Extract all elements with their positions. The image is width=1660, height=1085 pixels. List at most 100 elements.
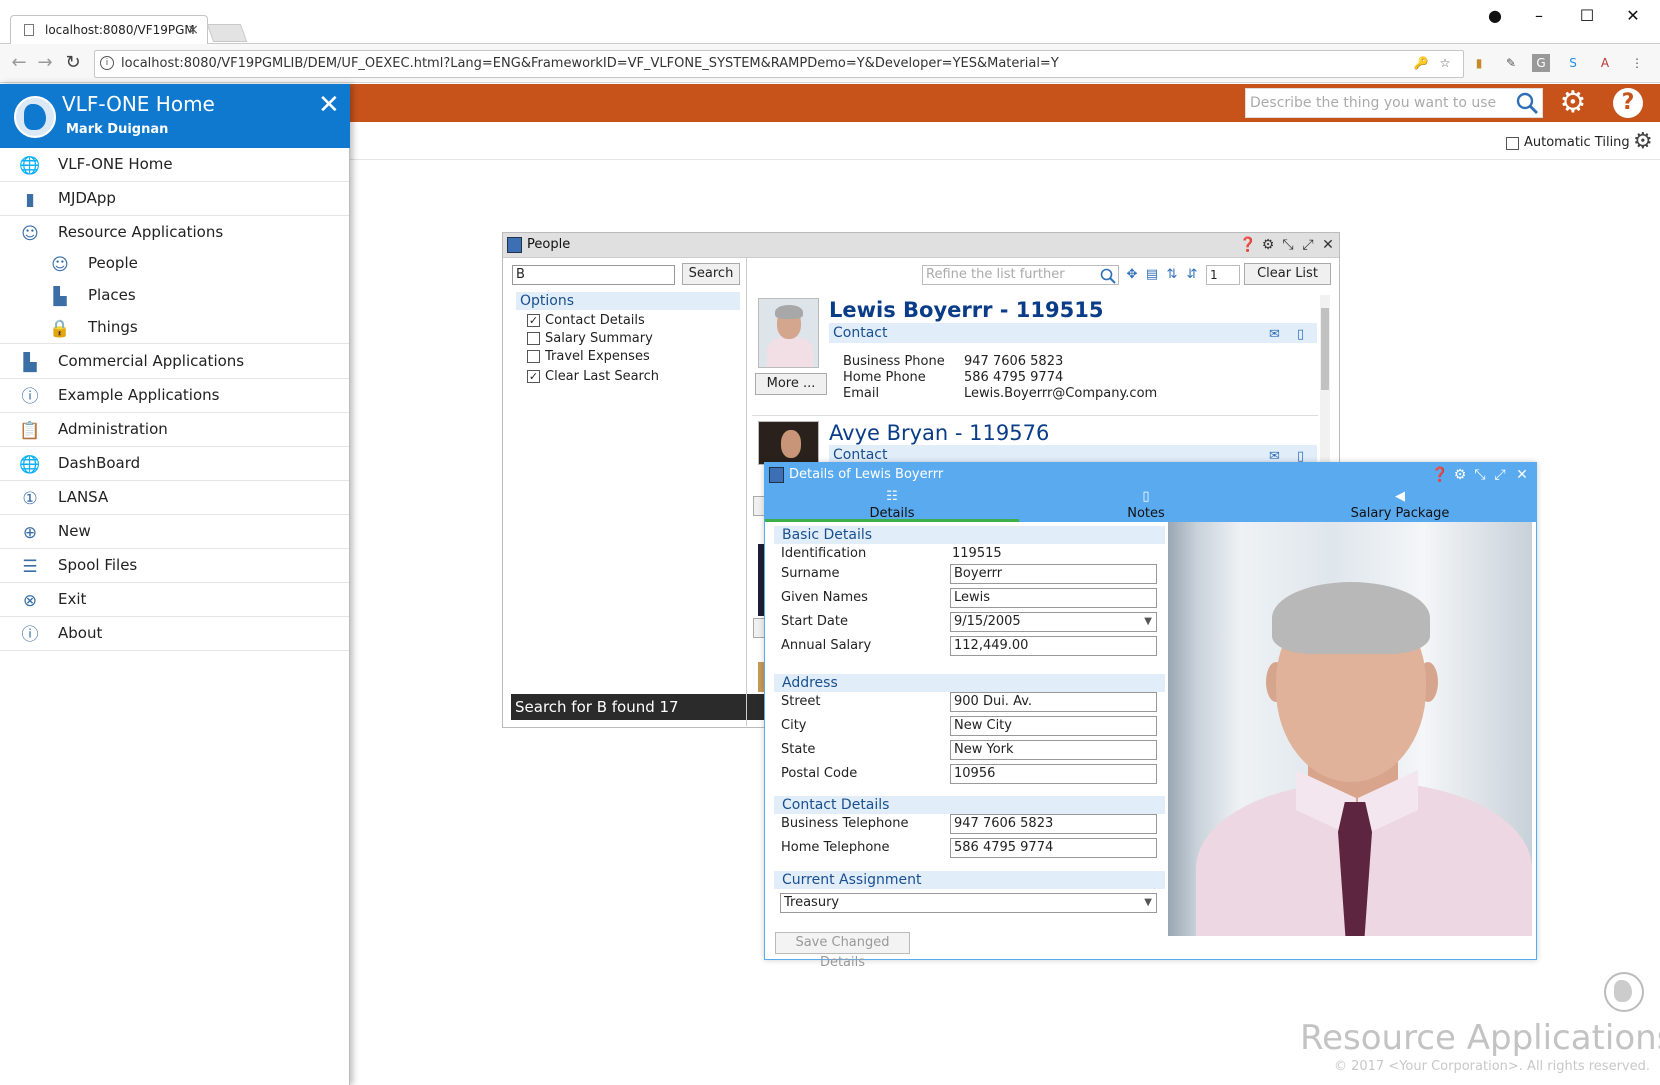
surname-field[interactable]: Boyerrr	[950, 564, 1157, 584]
state-field[interactable]: New York	[950, 740, 1157, 760]
search-icon[interactable]	[1515, 91, 1539, 115]
describe-search-input[interactable]: Describe the thing you want to use	[1245, 88, 1543, 118]
people-window-titlebar[interactable]: People ❓ ⚙ ⤡ ⤢ ✕	[503, 233, 1339, 258]
help-icon[interactable]: ?	[1613, 88, 1643, 118]
postal-code-field[interactable]: 10956	[950, 764, 1157, 784]
reload-icon[interactable]: ↻	[62, 52, 84, 74]
gear-icon[interactable]: ⚙	[1259, 236, 1277, 254]
sidebar-item-example-applications[interactable]: ⓘ Example Applications	[0, 379, 349, 413]
sidebar-item-things[interactable]: 🔒 Things	[0, 312, 349, 344]
checkbox[interactable]: ✓	[527, 370, 540, 383]
bookmark-star-icon[interactable]: ☆	[1436, 54, 1454, 72]
forward-arrow-icon[interactable]: →	[34, 52, 56, 74]
help-icon[interactable]: ❓	[1431, 466, 1449, 484]
pdf-icon[interactable]: A	[1596, 54, 1614, 72]
checkbox[interactable]	[527, 332, 540, 345]
sort-descending-icon[interactable]: ⇵	[1184, 266, 1200, 284]
address-bar[interactable]: localhost:8080/VF19PGMLIB/DEM/UF_OEXEC.h…	[94, 50, 1464, 78]
list-view-icon[interactable]: ▤	[1144, 266, 1160, 284]
tiling-settings-gear-icon[interactable]: ⚙	[1633, 129, 1653, 154]
assignment-select[interactable]: Treasury ▼	[780, 893, 1157, 913]
sidebar-item-commercial-applications[interactable]: ▙ Commercial Applications	[0, 345, 349, 379]
chevron-down-icon[interactable]: ▼	[1144, 894, 1152, 912]
sidebar-item-about[interactable]: ⓘ About	[0, 617, 349, 651]
browser-menu-icon[interactable]: ⋮	[1628, 54, 1646, 72]
automatic-tiling-checkbox[interactable]	[1506, 137, 1519, 150]
refine-input[interactable]: Refine the list further	[922, 265, 1119, 285]
settings-gear-icon[interactable]: ⚙	[1558, 88, 1588, 118]
close-icon[interactable]: ✕	[1513, 466, 1531, 484]
close-tab-icon[interactable]: ×	[187, 16, 199, 44]
close-window-button[interactable]: ✕	[1616, 4, 1650, 28]
business-telephone-field[interactable]: 947 7606 5823	[950, 814, 1157, 834]
key-icon[interactable]: 🔑	[1412, 54, 1430, 72]
sort-ascending-icon[interactable]: ⇅	[1164, 266, 1180, 284]
account-icon[interactable]: ●	[1478, 4, 1512, 28]
close-icon[interactable]: ✕	[1319, 236, 1337, 254]
lock-icon: 🔒	[49, 319, 71, 339]
new-tab-button[interactable]	[206, 24, 248, 42]
sidebar-item-label: People	[88, 254, 138, 272]
search-button[interactable]: Search	[682, 263, 740, 285]
close-sidebar-icon[interactable]: ✕	[318, 90, 340, 120]
person-name[interactable]: Avye Bryan - 119576	[829, 421, 1049, 445]
save-changed-details-button[interactable]: Save Changed Details	[775, 932, 910, 970]
sidebar-item-lansa[interactable]: ① LANSA	[0, 481, 349, 515]
more-button[interactable]: More ...	[755, 373, 827, 395]
sidebar-item-spool-files[interactable]: ☰ Spool Files	[0, 549, 349, 583]
site-info-icon[interactable]: i	[100, 56, 114, 70]
street-field[interactable]: 900 Dui. Av.	[950, 692, 1157, 712]
home-telephone-field[interactable]: 586 4795 9774	[950, 838, 1157, 858]
sidebar-item-mjdapp[interactable]: ▮ MJDApp	[0, 182, 349, 216]
minimize-button[interactable]: –	[1522, 4, 1556, 28]
sidebar-item-dashboard[interactable]: 🌐 DashBoard	[0, 447, 349, 481]
annual-salary-field[interactable]: 112,449.00	[950, 636, 1157, 656]
pane-divider[interactable]	[746, 258, 747, 726]
sidebar-item-administration[interactable]: 📋 Administration	[0, 413, 349, 447]
tab-notes[interactable]: ▯ Notes	[1019, 487, 1273, 522]
sidebar-item-vlf-one-home[interactable]: 🌐 VLF-ONE Home	[0, 148, 349, 182]
extension-icon[interactable]: ▮	[1470, 54, 1488, 72]
city-field[interactable]: New City	[950, 716, 1157, 736]
expand-icon[interactable]: ⤢	[1299, 236, 1317, 254]
tab-salary-package[interactable]: ◀ Salary Package	[1273, 487, 1527, 522]
skype-icon[interactable]: S	[1564, 54, 1582, 72]
sidebar-item-new[interactable]: ⊕ New	[0, 515, 349, 549]
page-number-stepper[interactable]: 1	[1206, 265, 1240, 285]
chevron-down-icon[interactable]: ▼	[1144, 613, 1152, 631]
shrink-icon[interactable]: ⤡	[1279, 236, 1297, 254]
tab-details[interactable]: ☷ Details	[765, 487, 1019, 522]
people-search-input[interactable]: B	[512, 265, 675, 285]
gear-icon[interactable]: ⚙	[1451, 466, 1469, 484]
sidebar-item-exit[interactable]: ⊗ Exit	[0, 583, 349, 617]
google-ext-icon[interactable]: G	[1532, 54, 1550, 72]
list-scrollbar-thumb[interactable]	[1321, 308, 1329, 390]
person-name[interactable]: Lewis Boyerrr - 119515	[829, 298, 1103, 322]
globe-icon: 🌐	[19, 455, 41, 475]
eyedropper-icon[interactable]: ✎	[1502, 54, 1520, 72]
browser-tab[interactable]: localhost:8080/VF19PGM ×	[10, 15, 208, 45]
checkbox[interactable]	[527, 350, 540, 363]
sidebar-item-label: Exit	[58, 590, 87, 608]
sidebar-item-places[interactable]: ▙ Places	[0, 280, 349, 312]
back-arrow-icon[interactable]: ←	[8, 52, 30, 74]
maximize-button[interactable]: ☐	[1570, 4, 1604, 28]
person-thumbnail	[758, 298, 819, 368]
shrink-icon[interactable]: ⤡	[1471, 466, 1489, 484]
card-separator	[752, 415, 1318, 416]
help-icon[interactable]: ❓	[1239, 236, 1257, 254]
phone-icon[interactable]: ▯	[1297, 325, 1304, 345]
email-link[interactable]: Lewis.Boyerrr@Company.com	[964, 386, 1157, 401]
expand-icon[interactable]: ⤢	[1491, 466, 1509, 484]
checkbox[interactable]: ✓	[527, 314, 540, 327]
start-date-picker[interactable]: 9/15/2005 ▼	[950, 612, 1157, 632]
move-icon[interactable]: ✥	[1124, 266, 1140, 284]
sidebar-item-resource-applications[interactable]: ☺ Resource Applications	[0, 216, 349, 250]
details-window-titlebar[interactable]: Details of Lewis Boyerrr ❓ ⚙ ⤡ ⤢ ✕	[765, 463, 1536, 487]
clear-list-button[interactable]: Clear List	[1244, 263, 1331, 285]
exit-icon: ⊗	[22, 591, 38, 611]
refine-search-icon[interactable]	[1100, 268, 1116, 284]
sidebar-item-people[interactable]: ☺ People	[0, 248, 349, 280]
email-icon[interactable]: ✉	[1269, 325, 1280, 345]
given-names-field[interactable]: Lewis	[950, 588, 1157, 608]
